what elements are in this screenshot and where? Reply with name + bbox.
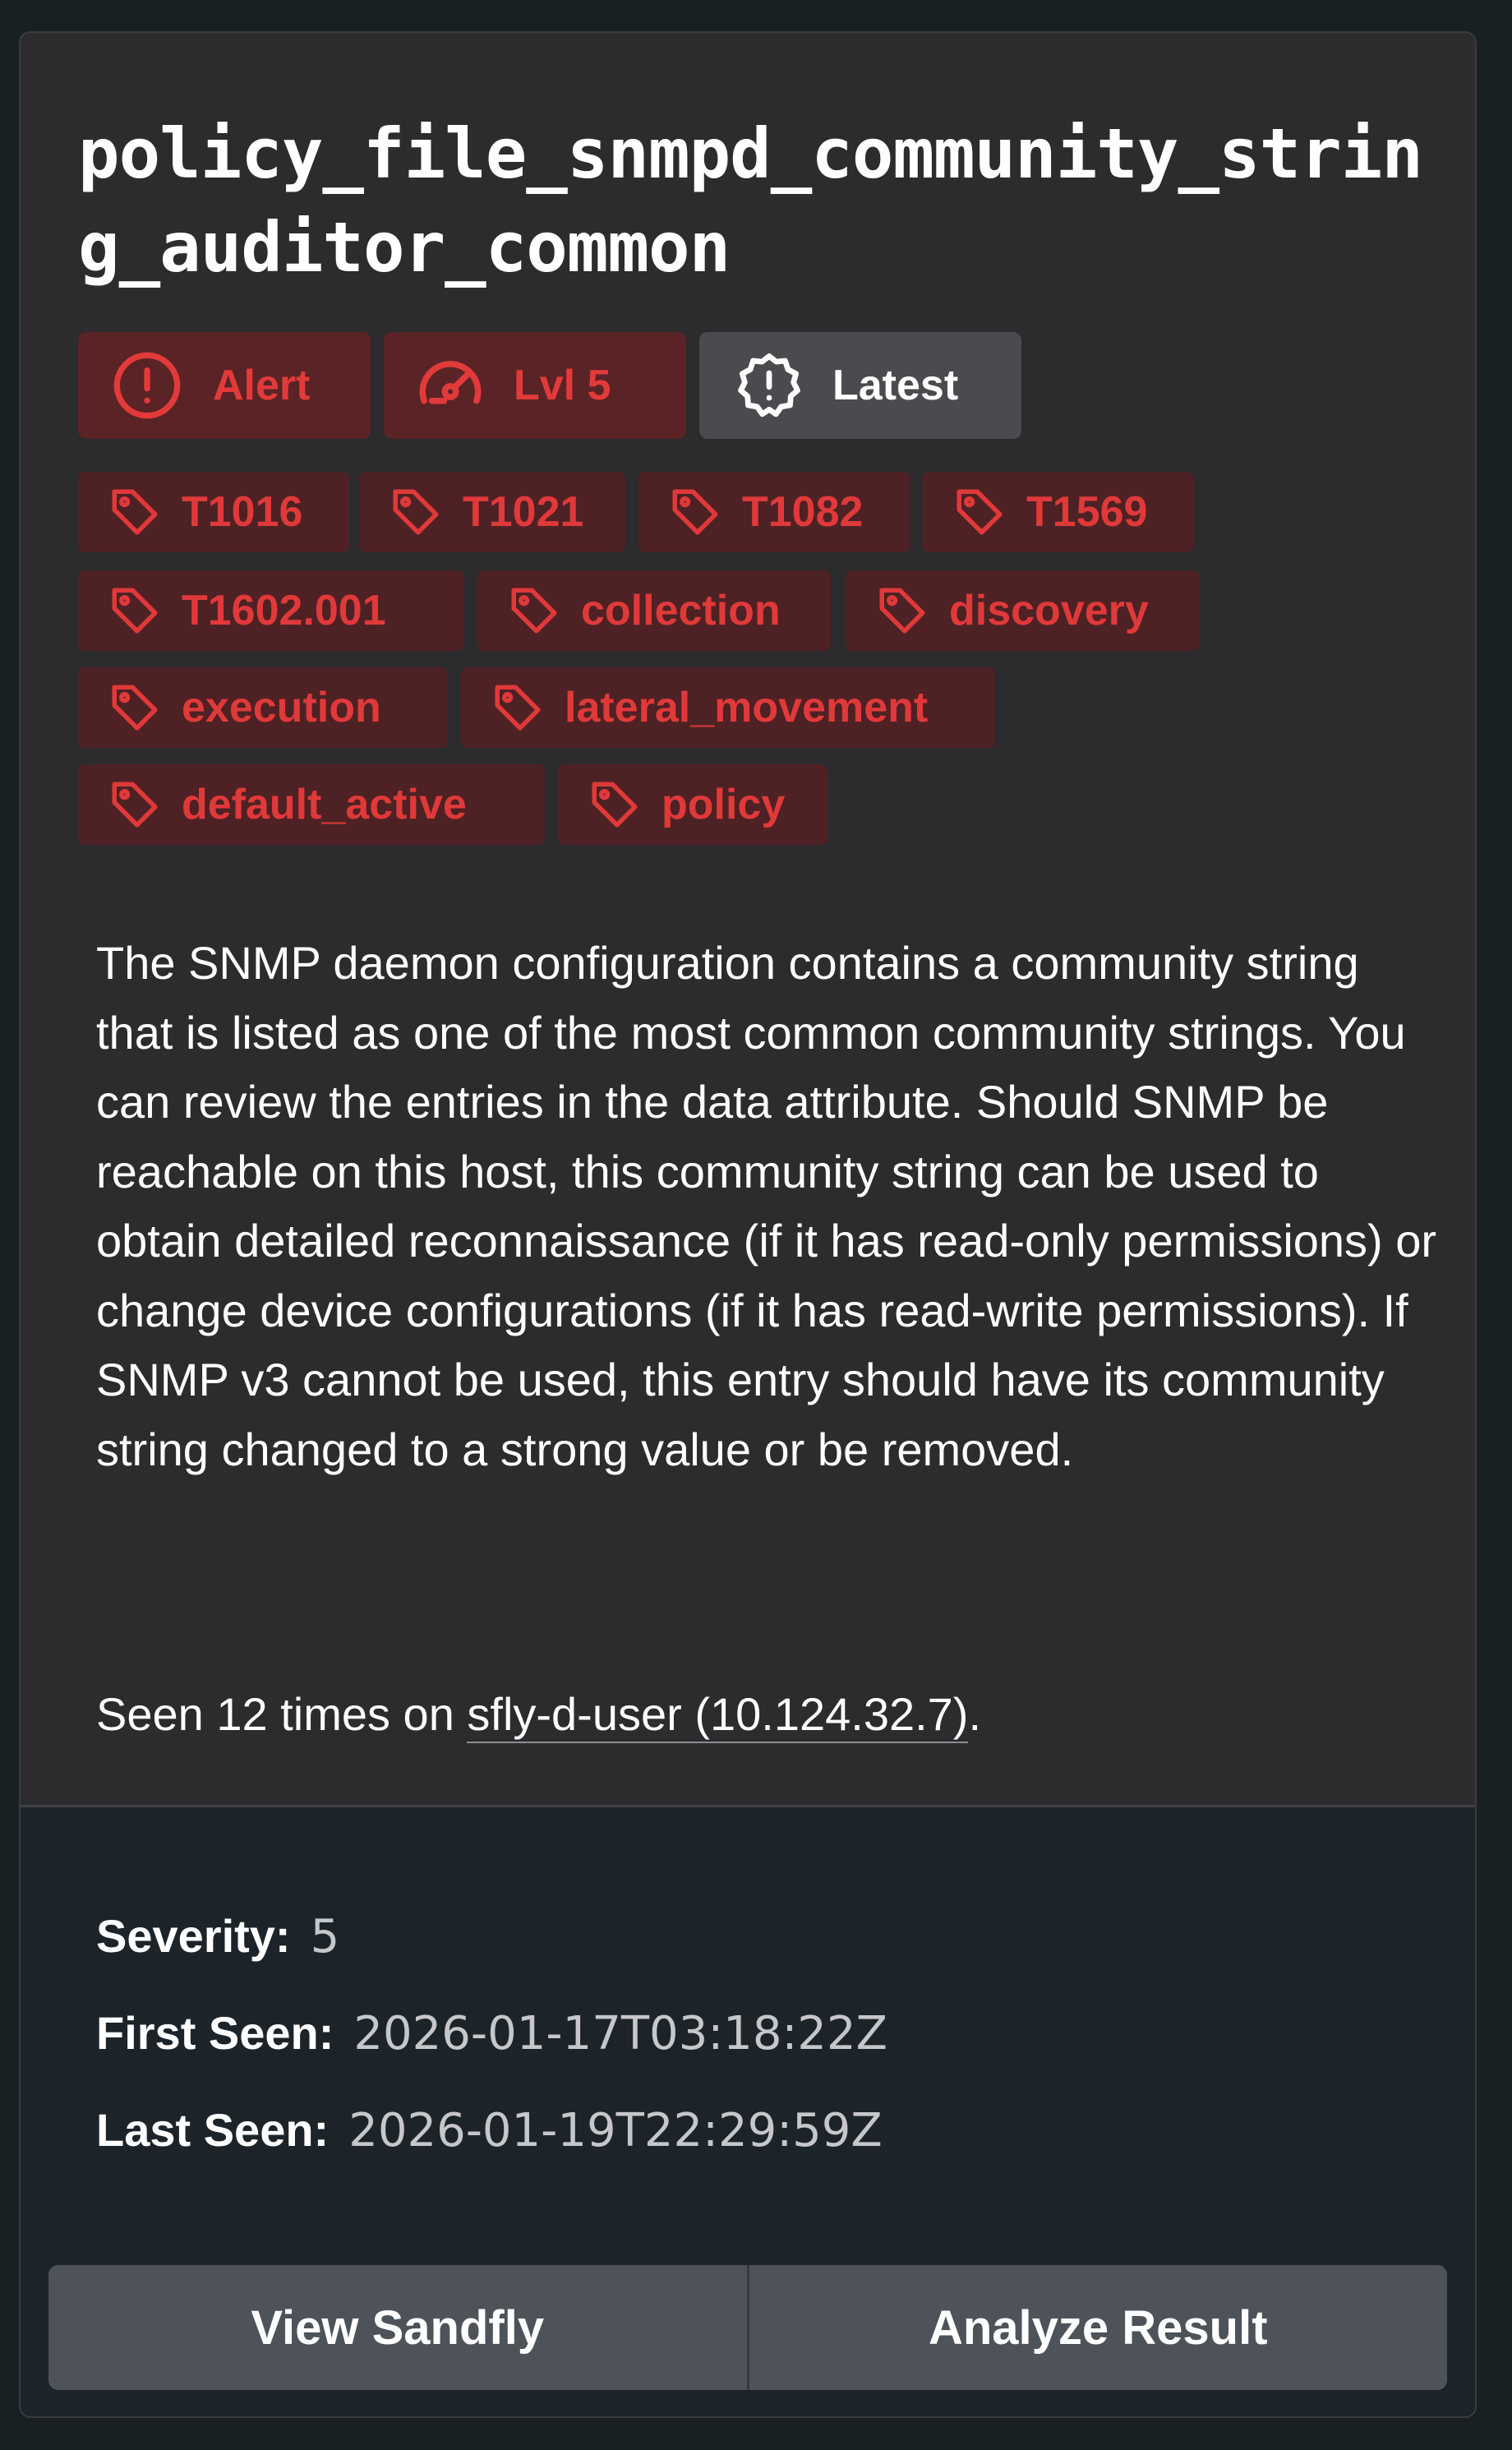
tag-lateral-movement[interactable]: lateral_movement [461, 667, 995, 748]
tag-label: collection [581, 587, 781, 634]
latest-badge-label: Latest [832, 362, 959, 409]
level-badge: Lvl 5 [384, 332, 686, 439]
first-seen-row: First Seen: 2026-01-17T03:18:22Z [96, 2005, 887, 2063]
tag-label: T1602.001 [182, 587, 386, 634]
severity-label: Severity: [96, 1910, 291, 1962]
tag-icon [393, 489, 439, 535]
tag-label: T1021 [463, 488, 584, 536]
tag-icon [957, 489, 1003, 535]
alert-circle-icon [113, 352, 181, 419]
tag-label: T1569 [1026, 488, 1148, 536]
result-title: policy_file_snmpd_community_string_audit… [78, 113, 1423, 288]
severity-row: Severity: 5 [96, 1908, 339, 1966]
tag-icon [495, 685, 541, 731]
tag-execution[interactable]: execution [78, 667, 448, 748]
tag-icon [592, 782, 638, 828]
view-sandfly-button[interactable]: View Sandfly [48, 2265, 747, 2390]
last-seen-label: Last Seen: [96, 2104, 330, 2156]
result-card-body: policy_file_snmpd_community_string_audit… [21, 33, 1475, 1805]
tag-t1602-001[interactable]: T1602.001 [78, 570, 464, 651]
alert-badge: Alert [78, 332, 371, 439]
tag-discovery[interactable]: discovery [846, 570, 1199, 651]
tag-label: T1016 [182, 488, 303, 536]
tag-t1082[interactable]: T1082 [638, 472, 910, 552]
tag-t1569[interactable]: T1569 [923, 472, 1194, 552]
tag-label: policy [662, 781, 786, 828]
action-buttons: View Sandfly Analyze Result [48, 2265, 1447, 2390]
level-badge-label: Lvl 5 [514, 362, 611, 409]
alert-badge-label: Alert [213, 362, 311, 409]
tag-label: default_active [182, 781, 467, 828]
first-seen-label: First Seen: [96, 2007, 334, 2059]
seen-summary: Seen 12 times on sfly-d-user (10.124.32.… [96, 1680, 1444, 1749]
severity-value: 5 [310, 1910, 340, 1963]
tag-icon [511, 588, 557, 634]
tag-icon [672, 489, 718, 535]
tag-collection[interactable]: collection [477, 570, 831, 651]
tag-icon [112, 685, 158, 731]
gauge-icon [419, 361, 482, 404]
seen-suffix: . [968, 1688, 982, 1740]
tag-icon [112, 782, 158, 828]
tag-icon [879, 588, 925, 634]
analyze-result-button[interactable]: Analyze Result [746, 2265, 1447, 2390]
tag-label: execution [182, 684, 381, 731]
badge-alert-icon [738, 353, 800, 418]
tag-label: discovery [949, 587, 1149, 634]
tag-policy[interactable]: policy [558, 764, 827, 845]
last-seen-row: Last Seen: 2026-01-19T22:29:59Z [96, 2102, 883, 2160]
result-card: policy_file_snmpd_community_string_audit… [19, 31, 1477, 2418]
latest-badge: Latest [699, 332, 1021, 439]
tag-default-active[interactable]: default_active [78, 764, 545, 845]
tag-t1021[interactable]: T1021 [359, 472, 625, 552]
tag-t1016[interactable]: T1016 [78, 472, 349, 552]
tag-label: T1082 [742, 488, 864, 536]
result-description: The SNMP daemon configuration contains a… [96, 937, 1437, 1475]
tag-icon [112, 489, 158, 535]
host-link[interactable]: sfly-d-user (10.124.32.7) [467, 1688, 969, 1743]
last-seen-value: 2026-01-19T22:29:59Z [348, 2104, 883, 2157]
tag-icon [112, 588, 158, 634]
tag-label: lateral_movement [565, 684, 929, 731]
first-seen-value: 2026-01-17T03:18:22Z [353, 2007, 887, 2060]
seen-prefix: Seen 12 times on [96, 1688, 468, 1740]
